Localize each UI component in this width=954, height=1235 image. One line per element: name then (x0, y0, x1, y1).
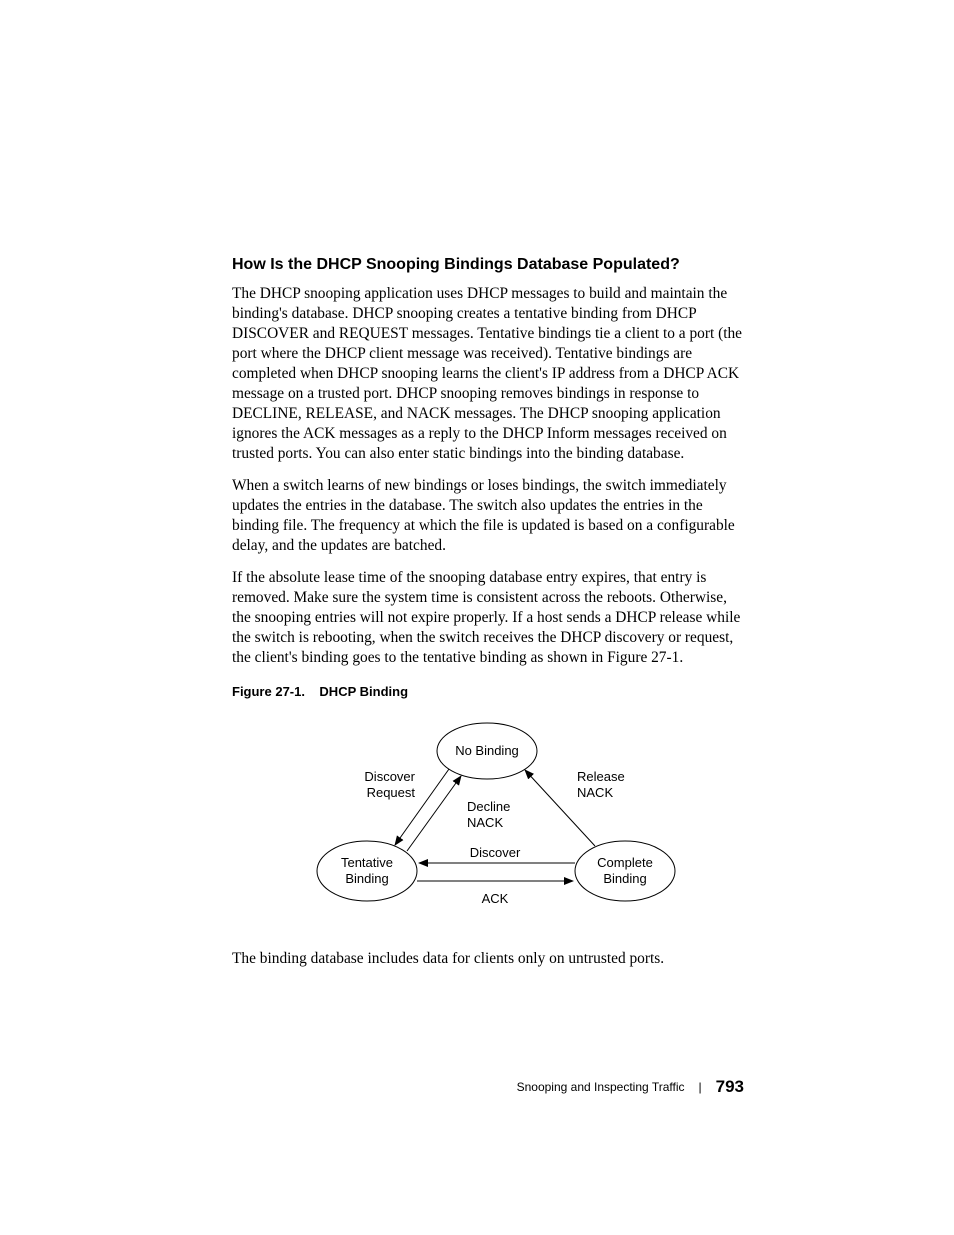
label-discover-2: Discover (470, 845, 521, 860)
footer-separator: | (699, 1080, 702, 1094)
page-content: How Is the DHCP Snooping Bindings Databa… (232, 256, 742, 981)
paragraph-4: The binding database includes data for c… (232, 949, 742, 969)
node-tentative-l1: Tentative (341, 855, 393, 870)
label-nack-2: NACK (577, 785, 613, 800)
label-nack-1: NACK (467, 815, 503, 830)
paragraph-1: The DHCP snooping application uses DHCP … (232, 284, 742, 464)
label-release: Release (577, 769, 625, 784)
label-decline: Decline (467, 799, 510, 814)
figure-caption: Figure 27-1. DHCP Binding (232, 684, 742, 699)
label-discover: Discover (364, 769, 415, 784)
section-heading: How Is the DHCP Snooping Bindings Databa… (232, 256, 742, 274)
label-request: Request (367, 785, 416, 800)
paragraph-2: When a switch learns of new bindings or … (232, 476, 742, 556)
footer-section: Snooping and Inspecting Traffic (517, 1080, 685, 1094)
node-tentative-l2: Binding (345, 871, 388, 886)
page-footer: Snooping and Inspecting Traffic | 793 (517, 1077, 744, 1097)
dhcp-binding-diagram: No Binding Tentative Binding Complete Bi… (267, 711, 707, 931)
paragraph-3: If the absolute lease time of the snoopi… (232, 568, 742, 668)
label-ack: ACK (482, 891, 509, 906)
node-no-binding: No Binding (455, 743, 519, 758)
node-complete-l2: Binding (603, 871, 646, 886)
node-complete-l1: Complete (597, 855, 653, 870)
footer-page-number: 793 (716, 1077, 744, 1097)
figure-number: Figure 27-1. (232, 684, 305, 699)
figure-title: DHCP Binding (319, 684, 408, 699)
